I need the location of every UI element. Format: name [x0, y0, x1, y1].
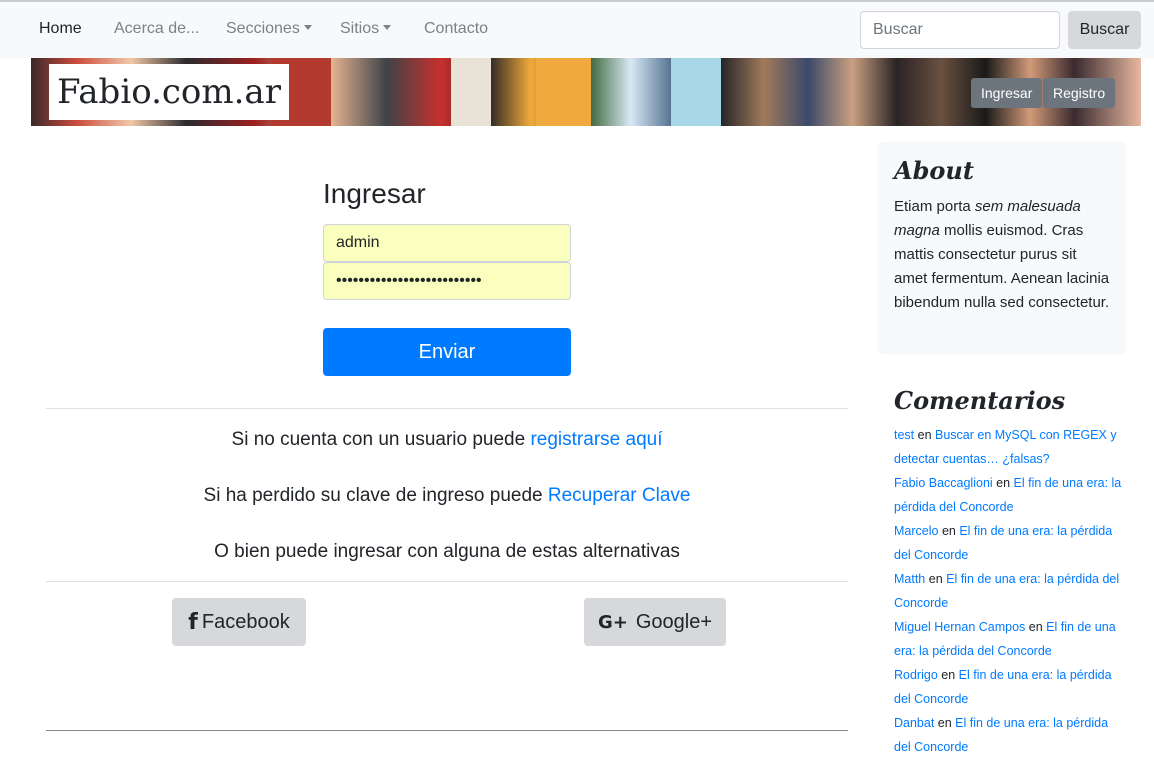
- register-message: Si no cuenta con un usuario puede regist…: [46, 429, 848, 451]
- comment-author-link[interactable]: Fabio Baccaglioni: [894, 476, 993, 490]
- submit-button[interactable]: Enviar: [323, 328, 571, 376]
- search-input[interactable]: [860, 11, 1060, 49]
- divider: [46, 581, 848, 582]
- recover-text: Si ha perdido su clave de ingreso puede: [203, 485, 548, 506]
- register-link[interactable]: registrarse aquí: [530, 429, 662, 450]
- google-label: Google+: [635, 610, 713, 633]
- comment-separator: en: [925, 572, 947, 586]
- comment-author-link[interactable]: Danbat: [894, 716, 934, 730]
- comment-item: Matth en El fin de una era: la pérdida d…: [894, 567, 1126, 615]
- banner-art: [536, 58, 591, 126]
- nav-sitios-label: Sitios: [340, 20, 380, 37]
- comment-item: Fabio Baccaglioni en El fin de una era: …: [894, 471, 1126, 519]
- nav-secciones-label: Secciones: [226, 20, 300, 37]
- comment-separator: en: [992, 476, 1014, 490]
- facebook-button[interactable]: f Facebook: [172, 598, 306, 646]
- google-plus-icon: G+: [597, 611, 628, 633]
- recover-link[interactable]: Recuperar Clave: [548, 485, 691, 506]
- facebook-label: Facebook: [201, 610, 290, 633]
- nav-sitios[interactable]: Sitios: [340, 20, 392, 38]
- comment-item: Marcelo en El fin de una era: la pérdida…: [894, 519, 1126, 567]
- username-field[interactable]: [323, 224, 571, 262]
- comment-separator: en: [937, 668, 959, 682]
- login-button[interactable]: Ingresar: [971, 78, 1043, 108]
- banner-art: [671, 58, 721, 126]
- comment-author-link[interactable]: test: [894, 428, 914, 442]
- about-title: About: [894, 156, 974, 185]
- comment-separator: en: [934, 716, 956, 730]
- nav-home[interactable]: Home: [39, 20, 82, 38]
- comment-separator: en: [938, 524, 960, 538]
- google-button[interactable]: G+ Google+: [584, 598, 726, 646]
- alternatives-message: O bien puede ingresar con alguna de esta…: [214, 541, 680, 562]
- register-button[interactable]: Registro: [1043, 78, 1116, 108]
- comment-author-link[interactable]: Miguel Hernan Campos: [894, 620, 1025, 634]
- recover-message: Si ha perdido su clave de ingreso puede …: [46, 485, 848, 507]
- comment-item: test en Buscar en MySQL con REGEX y dete…: [894, 423, 1126, 471]
- comments-section: Comentarios test en Buscar en MySQL con …: [894, 386, 1126, 759]
- navbar: Home Acerca de... Secciones Sitios Conta…: [0, 2, 1154, 58]
- header-banner: Fabio.com.ar Ingresar Registro: [31, 58, 1141, 126]
- comment-author-link[interactable]: Rodrigo: [894, 668, 938, 682]
- about-box: About Etiam porta sem malesuada magna mo…: [878, 142, 1126, 354]
- about-text-part: Etiam porta: [894, 198, 975, 215]
- register-text: Si no cuenta con un usuario puede: [231, 429, 531, 450]
- nav-secciones[interactable]: Secciones: [226, 20, 312, 38]
- facebook-icon: f: [188, 609, 198, 635]
- site-logo[interactable]: Fabio.com.ar: [49, 64, 289, 120]
- banner-art: [451, 58, 491, 126]
- comment-separator: en: [1025, 620, 1047, 634]
- comment-author-link[interactable]: Marcelo: [894, 524, 938, 538]
- page-title: Ingresar: [323, 178, 426, 209]
- nav-contacto[interactable]: Contacto: [424, 20, 488, 38]
- divider: [46, 408, 848, 409]
- divider: [46, 730, 848, 731]
- about-text: Etiam porta sem malesuada magna mollis e…: [894, 195, 1110, 315]
- chevron-down-icon: [383, 25, 392, 30]
- comment-author-link[interactable]: Matth: [894, 572, 925, 586]
- password-field[interactable]: [323, 262, 571, 300]
- comments-list: test en Buscar en MySQL con REGEX y dete…: [894, 423, 1126, 759]
- comment-item: Miguel Hernan Campos en El fin de una er…: [894, 615, 1126, 663]
- nav-acerca[interactable]: Acerca de...: [114, 20, 199, 38]
- comment-separator: en: [914, 428, 936, 442]
- chevron-down-icon: [303, 25, 312, 30]
- comment-item: Rodrigo en El fin de una era: la pérdida…: [894, 663, 1126, 711]
- comments-title: Comentarios: [894, 386, 1066, 415]
- comment-item: Danbat en El fin de una era: la pérdida …: [894, 711, 1126, 759]
- search-button[interactable]: Buscar: [1068, 11, 1141, 49]
